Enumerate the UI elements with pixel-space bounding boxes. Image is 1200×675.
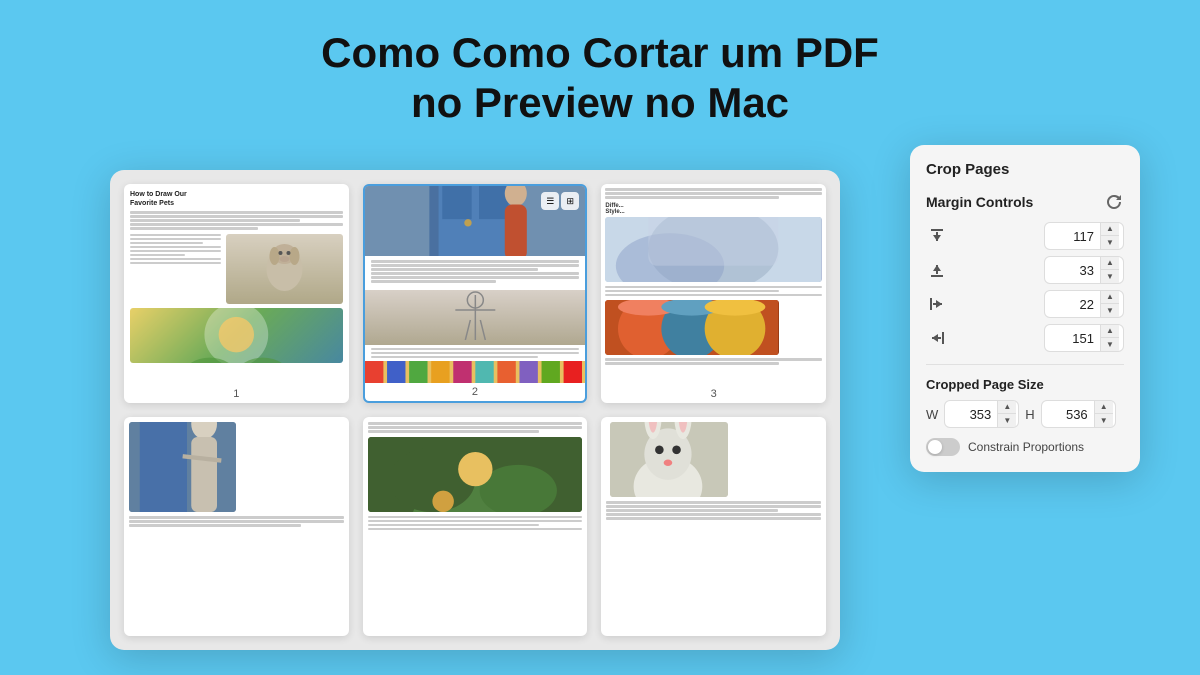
pdf-page-4[interactable]: [124, 417, 349, 636]
height-decrement[interactable]: ▼: [1095, 414, 1113, 427]
margin-controls-label: Margin Controls: [926, 194, 1033, 210]
crop-panel-title: Crop Pages: [926, 161, 1124, 178]
pdf-page-6[interactable]: [601, 417, 826, 636]
pdf-viewer: How to Draw OurFavorite Pets: [110, 170, 840, 650]
bottom-margin-input[interactable]: [1045, 259, 1100, 282]
height-input[interactable]: [1042, 403, 1094, 426]
toggle-knob: [928, 440, 942, 454]
sidebar-icon[interactable]: ☰: [541, 192, 559, 210]
left-margin-stepper: ▲ ▼: [1100, 291, 1119, 317]
cropped-page-size-label: Cropped Page Size: [926, 377, 1124, 392]
height-input-wrapper: ▲ ▼: [1041, 400, 1116, 428]
page-title: Como Como Cortar um PDF no Preview no Ma…: [0, 0, 1200, 129]
right-margin-decrement[interactable]: ▼: [1101, 338, 1119, 351]
left-margin-icon: [926, 293, 948, 315]
width-input[interactable]: [945, 403, 997, 426]
reset-icon[interactable]: [1104, 192, 1124, 212]
top-margin-increment[interactable]: ▲: [1101, 223, 1119, 236]
pdf-page-1[interactable]: How to Draw OurFavorite Pets: [124, 184, 349, 403]
margin-controls-header: Margin Controls: [926, 192, 1124, 212]
top-margin-decrement[interactable]: ▼: [1101, 236, 1119, 249]
bottom-margin-stepper: ▲ ▼: [1100, 257, 1119, 283]
bottom-margin-decrement[interactable]: ▼: [1101, 270, 1119, 283]
crop-panel: Crop Pages Margin Controls ▲ ▼: [910, 145, 1140, 472]
expand-icon[interactable]: ⊞: [561, 192, 579, 210]
constrain-row: Constrain Proportions: [926, 438, 1124, 456]
height-stepper: ▲ ▼: [1094, 401, 1113, 427]
constrain-label: Constrain Proportions: [968, 440, 1084, 454]
left-margin-decrement[interactable]: ▼: [1101, 304, 1119, 317]
bottom-margin-icon: [926, 259, 948, 281]
width-decrement[interactable]: ▼: [998, 414, 1016, 427]
width-increment[interactable]: ▲: [998, 401, 1016, 414]
constrain-toggle[interactable]: [926, 438, 960, 456]
pdf-page-5[interactable]: [363, 417, 588, 636]
right-margin-increment[interactable]: ▲: [1101, 325, 1119, 338]
top-margin-input-wrapper: ▲ ▼: [1044, 222, 1124, 250]
top-margin-stepper: ▲ ▼: [1100, 223, 1119, 249]
top-margin-icon: [926, 225, 948, 247]
page1-title: How to Draw OurFavorite Pets: [130, 190, 343, 208]
right-margin-icon: [926, 327, 948, 349]
width-input-wrapper: ▲ ▼: [944, 400, 1019, 428]
right-margin-stepper: ▲ ▼: [1100, 325, 1119, 351]
pdf-page-3[interactable]: Diffe...Style...: [601, 184, 826, 403]
bottom-margin-increment[interactable]: ▲: [1101, 257, 1119, 270]
margin-top-row: ▲ ▼: [926, 222, 1124, 250]
pdf-grid: How to Draw OurFavorite Pets: [110, 170, 840, 650]
left-margin-input[interactable]: [1045, 293, 1100, 316]
width-stepper: ▲ ▼: [997, 401, 1016, 427]
left-margin-increment[interactable]: ▲: [1101, 291, 1119, 304]
height-label: H: [1025, 407, 1034, 422]
height-increment[interactable]: ▲: [1095, 401, 1113, 414]
size-row: W ▲ ▼ H ▲ ▼: [926, 400, 1124, 428]
margin-left-row: ▲ ▼: [926, 290, 1124, 318]
right-margin-input[interactable]: [1045, 327, 1100, 350]
page-number-2: 2: [365, 383, 586, 401]
cropped-page-size-section: Cropped Page Size W ▲ ▼ H ▲ ▼: [926, 364, 1124, 456]
right-margin-input-wrapper: ▲ ▼: [1044, 324, 1124, 352]
width-label: W: [926, 407, 938, 422]
margin-right-row: ▲ ▼: [926, 324, 1124, 352]
page-number-1: 1: [124, 385, 349, 403]
bottom-margin-input-wrapper: ▲ ▼: [1044, 256, 1124, 284]
left-margin-input-wrapper: ▲ ▼: [1044, 290, 1124, 318]
top-margin-input[interactable]: [1045, 225, 1100, 248]
margin-bottom-row: ▲ ▼: [926, 256, 1124, 284]
page-number-3: 3: [601, 385, 826, 403]
pdf-page-2[interactable]: ⊞ ☰: [363, 184, 588, 403]
